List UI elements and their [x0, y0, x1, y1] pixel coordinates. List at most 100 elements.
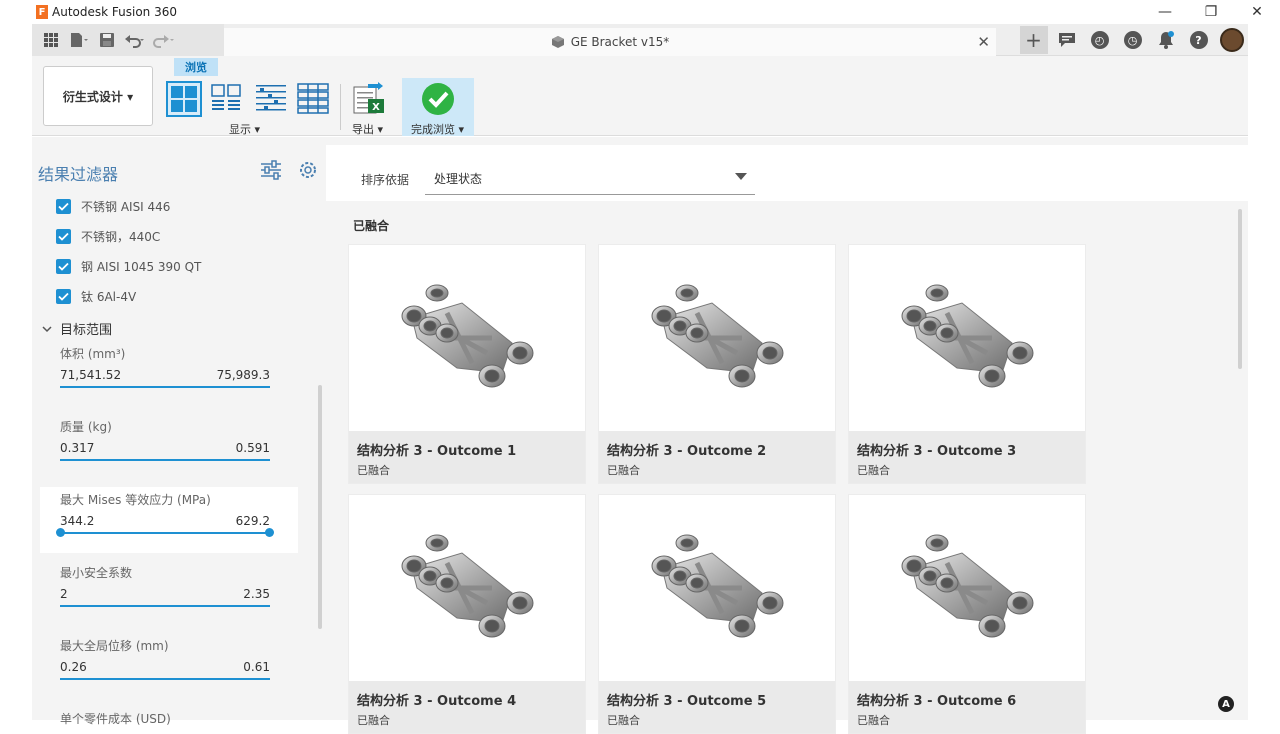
- range-max-handle[interactable]: [265, 528, 274, 537]
- checkbox-checked-icon[interactable]: [56, 198, 71, 214]
- material-filter-item[interactable]: 不锈钢 AISI 446: [56, 197, 170, 215]
- outcome-card[interactable]: 结构分析 3 - Outcome 6 已融合: [848, 494, 1086, 734]
- outcome-status: 已融合: [857, 464, 890, 477]
- outcome-thumbnail[interactable]: [349, 495, 585, 681]
- export-excel-icon[interactable]: X: [352, 81, 386, 115]
- displacement-range-filter[interactable]: 最大全局位移 (mm) 0.26 0.61: [60, 637, 270, 680]
- range-slider-track[interactable]: [56, 528, 274, 537]
- panel-title: 结果过滤器: [38, 165, 119, 184]
- grid-view-icon[interactable]: [166, 81, 202, 117]
- range-max[interactable]: 75,989.3: [217, 368, 270, 382]
- workspace-switcher-button[interactable]: 衍生式设计 ▾: [43, 66, 153, 126]
- outcome-thumbnail[interactable]: [599, 495, 835, 681]
- outcome-thumbnail[interactable]: [849, 245, 1085, 431]
- tab-explore[interactable]: 浏览: [174, 58, 218, 76]
- range-min[interactable]: 344.2: [60, 514, 94, 528]
- export-menu-label[interactable]: 导出 ▾: [352, 121, 383, 137]
- user-avatar[interactable]: [1215, 24, 1248, 56]
- document-title: GE Bracket v15*: [570, 35, 670, 49]
- range-slider-track[interactable]: [60, 678, 270, 680]
- data-panel-grid-icon[interactable]: [40, 29, 62, 51]
- table-view-icon[interactable]: [296, 81, 330, 115]
- range-slider-track[interactable]: [60, 605, 270, 607]
- range-label: 质量 (kg): [60, 420, 112, 434]
- svg-text:X: X: [372, 102, 380, 113]
- group-heading: 已融合: [353, 219, 390, 233]
- outcome-title: 结构分析 3 - Outcome 6: [857, 694, 1017, 709]
- stress-range-filter[interactable]: 最大 Mises 等效应力 (MPa) 344.2 629.2: [56, 491, 274, 537]
- minimize-button[interactable]: —: [1142, 0, 1188, 24]
- range-label: 单个零件成本 (USD): [60, 712, 171, 726]
- outcome-title: 结构分析 3 - Outcome 3: [857, 444, 1017, 459]
- material-filter-item[interactable]: 钛 6Al-4V: [56, 287, 136, 305]
- outcome-status: 已融合: [357, 714, 390, 727]
- redo-icon[interactable]: [152, 29, 174, 51]
- file-menu-icon[interactable]: [68, 29, 90, 51]
- material-label: 不锈钢 AISI 446: [81, 199, 171, 214]
- card-footer: 结构分析 3 - Outcome 6 已融合: [849, 681, 1085, 733]
- display-menu-label[interactable]: 显示 ▾: [229, 121, 260, 137]
- comments-icon[interactable]: [1050, 24, 1083, 56]
- range-min-handle[interactable]: [56, 528, 65, 537]
- sort-selected-value: 处理状态: [434, 172, 483, 186]
- outcome-card[interactable]: 结构分析 3 - Outcome 3 已融合: [848, 244, 1086, 484]
- mass-range-filter[interactable]: 质量 (kg) 0.317 0.591: [60, 418, 270, 461]
- range-label: 最小安全系数: [60, 566, 133, 580]
- outcome-card[interactable]: 结构分析 3 - Outcome 4 已融合: [348, 494, 586, 734]
- job-status-icon[interactable]: ◷: [1116, 24, 1149, 56]
- outcome-status: 已融合: [607, 464, 640, 477]
- range-slider-track[interactable]: [60, 386, 270, 388]
- range-max[interactable]: 0.591: [236, 441, 270, 455]
- checkbox-checked-icon[interactable]: [56, 228, 71, 244]
- extensions-icon[interactable]: ◴: [1083, 24, 1116, 56]
- cost-range-filter[interactable]: 单个零件成本 (USD): [60, 710, 270, 727]
- ribbon-toolbar: 衍生式设计 ▾ 浏览 显示 ▾ X 导出 ▾ 完成浏览 ▾: [32, 56, 1248, 136]
- outcome-card[interactable]: 结构分析 3 - Outcome 5 已融合: [598, 494, 836, 734]
- range-label: 最大全局位移 (mm): [60, 639, 169, 653]
- range-min[interactable]: 71,541.52: [60, 368, 121, 382]
- app-title: Autodesk Fusion 360: [52, 5, 177, 19]
- new-tab-button[interactable]: +: [1019, 26, 1048, 54]
- filter-sliders-icon[interactable]: [260, 159, 282, 181]
- properties-view-icon[interactable]: [210, 81, 244, 115]
- range-max[interactable]: 0.61: [243, 660, 270, 674]
- range-max[interactable]: 2.35: [243, 587, 270, 601]
- range-min[interactable]: 2: [60, 587, 68, 601]
- range-slider-track[interactable]: [60, 459, 270, 461]
- material-filter-item[interactable]: 不锈钢，440C: [56, 227, 160, 245]
- outcome-title: 结构分析 3 - Outcome 4: [357, 694, 517, 709]
- save-icon[interactable]: [96, 29, 118, 51]
- sort-by-dropdown[interactable]: 处理状态: [425, 165, 755, 195]
- checkbox-checked-icon[interactable]: [56, 288, 71, 304]
- outcome-thumbnail[interactable]: [349, 245, 585, 431]
- document-tab[interactable]: GE Bracket v15* ✕: [224, 28, 996, 56]
- results-scrollbar[interactable]: [1238, 209, 1242, 369]
- objective-range-section[interactable]: 目标范围: [42, 319, 112, 338]
- outcome-thumbnail[interactable]: [849, 495, 1085, 681]
- finish-explore-label[interactable]: 完成浏览 ▾: [411, 121, 464, 137]
- fusion-logo-icon: F: [36, 5, 48, 19]
- autodesk-badge-icon[interactable]: A: [1218, 696, 1234, 712]
- close-document-button[interactable]: ✕: [977, 33, 990, 51]
- range-label: 最大 Mises 等效应力 (MPa): [60, 493, 211, 507]
- safety-factor-range-filter[interactable]: 最小安全系数 2 2.35: [60, 564, 270, 607]
- help-icon[interactable]: ?: [1182, 24, 1215, 56]
- chevron-down-icon: [42, 325, 52, 332]
- volume-range-filter[interactable]: 体积 (mm³) 71,541.52 75,989.3: [60, 345, 270, 388]
- notifications-icon[interactable]: [1149, 24, 1182, 56]
- settings-gear-icon[interactable]: [297, 159, 319, 181]
- range-max[interactable]: 629.2: [236, 514, 270, 528]
- close-window-button[interactable]: ✕: [1234, 0, 1280, 24]
- sidebar-scrollbar[interactable]: [318, 385, 322, 629]
- list-view-icon[interactable]: [254, 81, 288, 115]
- outcome-card[interactable]: 结构分析 3 - Outcome 1 已融合: [348, 244, 586, 484]
- undo-icon[interactable]: [124, 29, 146, 51]
- section-title: 目标范围: [60, 323, 113, 338]
- outcome-card[interactable]: 结构分析 3 - Outcome 2 已融合: [598, 244, 836, 484]
- restore-button[interactable]: ❐: [1188, 0, 1234, 24]
- material-filter-item[interactable]: 钢 AISI 1045 390 QT: [56, 257, 201, 275]
- range-min[interactable]: 0.26: [60, 660, 87, 674]
- outcome-thumbnail[interactable]: [599, 245, 835, 431]
- checkbox-checked-icon[interactable]: [56, 258, 71, 274]
- range-min[interactable]: 0.317: [60, 441, 94, 455]
